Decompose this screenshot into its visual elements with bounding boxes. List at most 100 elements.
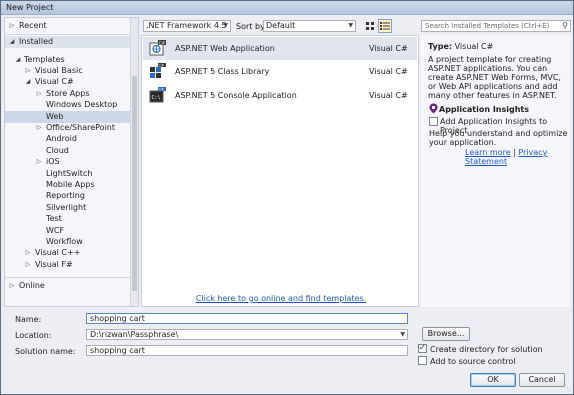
class-library-icon: C# <box>150 63 166 78</box>
tree-item[interactable]: ▷ Store Apps <box>5 88 131 100</box>
tree-item-label: Android <box>46 134 77 144</box>
find-templates-online-link[interactable]: Click here to go online and find templat… <box>142 294 420 303</box>
expand-right-icon[interactable]: ▷ <box>24 247 32 259</box>
cancel-button[interactable]: Cancel <box>519 373 565 387</box>
application-insights-help: Help you understand and optimize your ap… <box>429 129 568 147</box>
tree-item[interactable]: Workflow <box>5 236 131 248</box>
expand-right-icon[interactable]: ▷ <box>35 88 43 100</box>
tree-item[interactable]: ▷ Visual F# <box>5 259 131 271</box>
solution-name-input[interactable]: shopping cart <box>86 345 408 356</box>
tree-item-label: Mobile Apps <box>46 180 95 189</box>
console-app-icon: C:\ C# <box>149 87 166 103</box>
web-app-icon: C# <box>149 40 166 56</box>
location-label: Location: <box>15 331 52 340</box>
resize-grip-icon[interactable]: ⋱ <box>564 384 571 392</box>
tree-item-label: Store Apps <box>46 88 90 98</box>
svg-text:C#: C# <box>159 40 166 45</box>
expand-right-icon[interactable]: ▷ <box>35 122 43 134</box>
ok-label: OK <box>487 375 499 384</box>
nav-installed-label: Installed <box>19 37 54 46</box>
sort-dropdown[interactable]: Default ▼ <box>263 20 356 32</box>
divider <box>5 277 131 278</box>
source-control-label[interactable]: Add to source control <box>430 357 515 366</box>
tree-item-label: Web <box>46 111 64 121</box>
source-control-checkbox[interactable] <box>418 356 427 365</box>
create-directory-label[interactable]: Create directory for solution <box>430 345 543 354</box>
svg-text:C:\: C:\ <box>152 95 161 101</box>
add-application-insights-checkbox[interactable] <box>429 117 438 126</box>
application-insights-title: Application Insights <box>439 105 529 114</box>
tree-item[interactable]: Web <box>5 110 131 123</box>
framework-dropdown[interactable]: .NET Framework 4.5 ▼ <box>143 20 231 32</box>
tree-item[interactable]: ▷ Visual C++ <box>5 247 131 259</box>
tree-item[interactable]: Cloud <box>5 145 131 157</box>
tree-item[interactable]: Test <box>5 213 131 225</box>
tree-item[interactable]: ▷ iOS <box>5 156 131 168</box>
nav-recent[interactable]: ▷ Recent <box>5 20 131 32</box>
collapse-down-icon[interactable]: ◢ <box>24 76 32 88</box>
tree-item[interactable]: WCF <box>5 225 131 237</box>
tree-item-label: Visual F# <box>35 259 73 269</box>
tree-item[interactable]: Mobile Apps <box>5 179 131 191</box>
template-navigation-pane: ▷ Recent ◢ Installed ◢ Templates ▷ Visual… <box>4 17 139 307</box>
project-name-value: shopping cart <box>90 314 145 323</box>
template-search-input[interactable]: Search Installed Templates (Ctrl+E) ⚲ <box>421 20 571 32</box>
tree-item[interactable]: Android <box>5 133 131 145</box>
tree-item[interactable]: ▷ Visual Basic <box>5 65 131 77</box>
tree-item[interactable]: Silverlight <box>5 202 131 214</box>
template-language: Visual C# <box>369 67 408 76</box>
list-view-button[interactable] <box>378 19 392 33</box>
chevron-down-icon: ▼ <box>400 331 405 338</box>
expand-right-icon[interactable]: ▷ <box>8 280 16 292</box>
tree-item[interactable]: ▷ Office/SharePoint <box>5 122 131 134</box>
tree-item[interactable]: Reporting <box>5 190 131 202</box>
tree-item-label: Visual C# <box>35 77 74 87</box>
tree-item-label: Visual Basic <box>35 66 83 75</box>
scrollbar-thumb[interactable] <box>132 76 137 291</box>
template-description: A project template for creating ASP.NET … <box>428 55 561 100</box>
expand-right-icon[interactable]: ▷ <box>24 65 32 77</box>
chevron-down-icon: ▼ <box>348 22 353 29</box>
list-icon <box>380 22 390 30</box>
template-item-class-library[interactable]: C# ASP.NET 5 Class Library Visual C# <box>143 60 417 83</box>
template-name: ASP.NET Web Application <box>175 44 275 53</box>
solution-name-label: Solution name: <box>15 347 76 356</box>
expand-right-icon[interactable]: ▷ <box>24 259 32 271</box>
new-project-dialog: New Project ▷ Recent ◢ Installed ◢ Templ… <box>0 0 574 395</box>
tree-item[interactable]: Windows Desktop <box>5 99 131 111</box>
info-links: Learn more | Privacy Statement <box>465 148 571 166</box>
template-name: ASP.NET 5 Class Library <box>175 67 270 76</box>
expand-right-icon[interactable]: ▷ <box>8 20 16 32</box>
search-icon[interactable]: ⚲ <box>562 21 568 31</box>
nav-installed[interactable]: ◢ Installed <box>5 36 131 48</box>
tree-item[interactable]: ◢ Visual C# <box>5 76 131 88</box>
collapse-down-icon[interactable]: ◢ <box>8 36 16 48</box>
tree-item-label: Windows Desktop <box>46 100 118 110</box>
name-label: Name: <box>15 315 42 324</box>
template-type: Type: Visual C# <box>428 42 493 51</box>
application-insights-icon <box>429 103 438 114</box>
ok-button[interactable]: OK <box>470 373 516 387</box>
project-name-input[interactable]: shopping cart <box>86 313 408 324</box>
tree-item-label: LightSwitch <box>46 168 93 178</box>
template-language: Visual C# <box>369 91 408 100</box>
tree-scrollbar[interactable] <box>130 18 138 306</box>
tree-item[interactable]: LightSwitch <box>5 168 131 180</box>
nav-recent-label: Recent <box>19 21 47 30</box>
solution-name-value: shopping cart <box>90 346 145 355</box>
browse-button[interactable]: Browse... <box>422 327 470 341</box>
nav-online[interactable]: ▷ Online <box>5 280 131 292</box>
search-placeholder: Search Installed Templates (Ctrl+E) <box>425 22 550 30</box>
tree-item-label: iOS <box>46 157 60 167</box>
template-item-console-app[interactable]: C:\ C# ASP.NET 5 Console Application Vis… <box>143 84 417 107</box>
cancel-label: Cancel <box>528 375 556 384</box>
svg-text:C#: C# <box>159 64 164 68</box>
create-directory-checkbox[interactable]: ✓ <box>418 343 427 353</box>
tree-item-label: WCF <box>46 225 65 235</box>
grid-view-button[interactable] <box>363 19 377 33</box>
expand-right-icon[interactable]: ▷ <box>35 156 43 168</box>
template-item-web-app[interactable]: C# ASP.NET Web Application Visual C# <box>143 37 417 60</box>
title-bar[interactable]: New Project <box>1 1 573 15</box>
learn-more-link[interactable]: Learn more <box>465 148 511 157</box>
location-combobox[interactable]: D:\rizwan\Passphrase\ ▼ <box>86 329 408 340</box>
